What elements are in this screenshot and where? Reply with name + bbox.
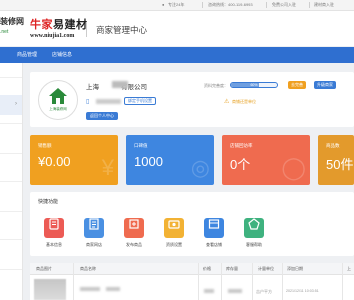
company-name-redacted — [112, 81, 128, 88]
column-header: 库存量 — [226, 266, 238, 271]
completeness-label: 资料完善度： — [204, 83, 228, 88]
quick-item-label: 资质设置 — [166, 242, 182, 247]
partner-logo-text: 装修网 — [0, 17, 24, 26]
quick-item-basic-info[interactable]: 基本信息 — [40, 214, 68, 248]
product-table: 商品图片 商品名称 价格 库存量 计量单位 添加日期 上 吉户平方 2021/1… — [30, 263, 354, 300]
stat-label: 店铺回访率 — [230, 143, 253, 148]
upgrade-button[interactable]: 升级商家 — [314, 81, 336, 89]
quick-item-publish[interactable]: 发布商品 — [120, 214, 148, 248]
chevron-right-icon: › — [15, 101, 17, 107]
stat-value: ¥0.00 — [38, 154, 71, 169]
page: ● 专注24年 咨询热线：400-119-6993 免费公司入驻 建材商入驻 装… — [0, 0, 354, 300]
quick-item-label: 客服帮助 — [246, 242, 262, 247]
stat-card-sales: 销售额 ¥0.00 ¥ — [30, 135, 118, 185]
product-thumbnail[interactable] — [34, 279, 66, 300]
stock-redacted — [228, 289, 242, 293]
sidebar: › — [0, 63, 23, 300]
price-redacted — [204, 289, 214, 293]
stat-card-reputation: 口碑值 1000 ◎ — [126, 135, 214, 185]
product-name-redacted — [80, 287, 100, 291]
column-header: 商品图片 — [36, 266, 52, 271]
phone-number-redacted — [96, 99, 121, 104]
stat-label: 口碑值 — [134, 143, 148, 148]
column-header: 商品名称 — [80, 266, 96, 271]
certificate-icon — [164, 218, 184, 238]
shop-icon — [84, 218, 104, 238]
publish-icon — [124, 218, 144, 238]
quick-functions-panel: 快捷功能 基本信息 商家网店 发布商品 资质设置 查看店铺 客服帮助 — [30, 192, 354, 256]
stat-value: 0个 — [230, 157, 251, 172]
bind-phone-button[interactable]: 绑定手机设置 — [124, 97, 156, 105]
improve-button[interactable]: 去完善 — [288, 81, 306, 89]
warning-icon: ⚠ — [224, 99, 230, 105]
quick-item-label: 基本信息 — [46, 242, 62, 247]
top-hotline: 咨询热线：400-119-6993 — [208, 2, 253, 7]
info-icon — [44, 218, 64, 238]
house-logo-icon — [49, 88, 67, 104]
yen-icon: ¥ — [101, 155, 114, 180]
top-icon-badge: ● — [162, 2, 165, 7]
brand-url: www.niujia1.com — [30, 33, 75, 39]
nav-item-products[interactable]: 商品管理 — [17, 51, 37, 58]
completeness-progress: 60% — [230, 82, 278, 88]
quick-item-shop[interactable]: 商家网店 — [80, 214, 108, 248]
top-link-company[interactable]: 免费公司入驻 — [272, 2, 296, 8]
quick-item-certificate[interactable]: 资质设置 — [160, 214, 188, 248]
table-header: 商品图片 商品名称 价格 库存量 计量单位 添加日期 上 — [30, 263, 354, 275]
nav-item-shop-info[interactable]: 店铺信息 — [52, 51, 72, 58]
quick-item-label: 商家网店 — [86, 242, 102, 247]
top-bar: ● 专注24年 咨询热线：400-119-6993 免费公司入驻 建材商入驻 — [0, 0, 354, 11]
phone-icon: ▯ — [86, 99, 90, 105]
store-icon — [204, 218, 224, 238]
column-header: 添加日期 — [287, 266, 303, 271]
profile-card: 上海装修网 上海 有限公司 ▯ 绑定手机设置 返回个人中心 资料完善度： 60% … — [30, 72, 354, 127]
help-icon — [244, 218, 264, 238]
completeness-percent: 60% — [250, 83, 258, 87]
top-link-builder[interactable]: 建材商入驻 — [314, 2, 334, 8]
avatar[interactable]: 上海装修网 — [38, 80, 78, 120]
sidebar-item-active[interactable] — [0, 95, 22, 115]
stat-value: 50件 — [326, 157, 354, 172]
top-slogan: 专注24年 — [168, 2, 185, 7]
quick-item-label: 查看店铺 — [206, 242, 222, 247]
stat-label: 销售额 — [38, 143, 52, 148]
reputation-icon: ◎ — [190, 155, 210, 180]
stat-card-revisit: 店铺回访率 0个 ◯ — [222, 135, 310, 185]
main-nav: 商品管理 店铺信息 — [0, 47, 354, 63]
avatar-brand-text: 上海装修网 — [49, 107, 67, 111]
quick-item-label: 发布商品 — [126, 242, 142, 247]
date-cell: 2021/12/11 10:03:51 — [286, 289, 319, 293]
column-header: 计量单位 — [258, 266, 274, 271]
column-header: 价格 — [203, 266, 211, 271]
revisit-icon: ◯ — [281, 155, 306, 180]
page-title: 商家管理中心 — [96, 25, 148, 35]
quick-item-help[interactable]: 客服帮助 — [240, 214, 268, 248]
unit-cell: 吉户平方 — [256, 289, 272, 294]
stat-value: 1000 — [134, 154, 163, 169]
header: 装修网 .net 牛家易建材 www.niujia1.com 商家管理中心 — [0, 11, 354, 46]
return-personal-center-button[interactable]: 返回个人中心 — [86, 112, 118, 120]
column-header: 上 — [347, 266, 351, 271]
quick-item-view-store[interactable]: 查看店铺 — [200, 214, 228, 248]
partner-logo-domain: .net — [0, 29, 9, 35]
stat-card-products: 商品数 50件 — [318, 135, 354, 185]
stat-label: 商品数 — [326, 143, 340, 148]
quick-functions-title: 快捷功能 — [38, 199, 59, 205]
shop-type-notice[interactable]: 商铺还是单位 — [232, 99, 256, 105]
brand-logo[interactable]: 牛家易建材 — [30, 16, 88, 32]
